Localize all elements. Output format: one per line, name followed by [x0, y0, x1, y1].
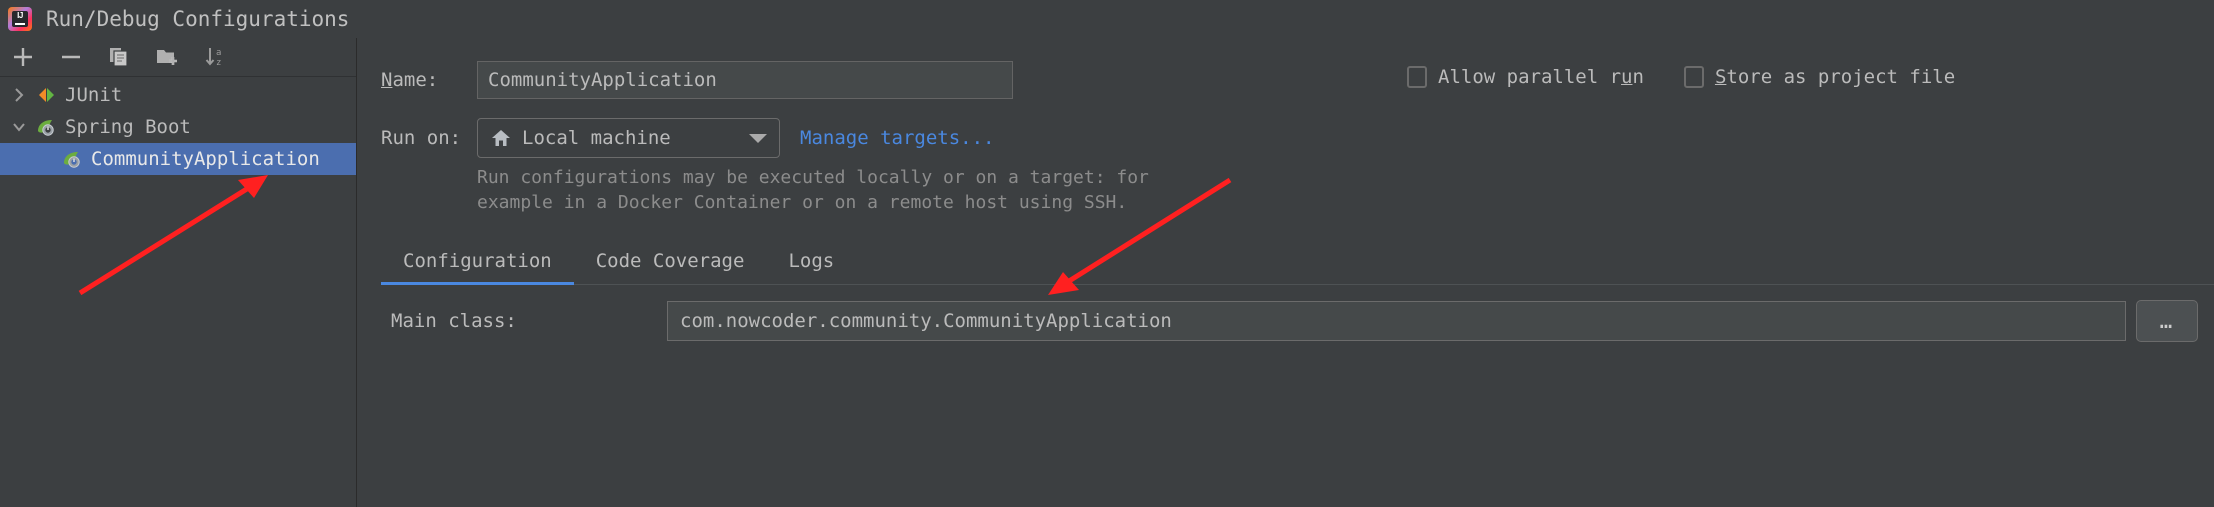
new-folder-button[interactable] [152, 42, 182, 72]
tree-item-label: CommunityApplication [91, 148, 320, 170]
svg-text:a: a [216, 48, 221, 58]
run-on-target-value: Local machine [522, 127, 671, 149]
tree-item-label: Spring Boot [65, 116, 191, 138]
browse-main-class-button[interactable]: … [2136, 300, 2198, 342]
hint-line-2: example in a Docker Container or on a re… [477, 192, 1128, 213]
name-label: Name: [381, 69, 439, 91]
chevron-down-icon[interactable] [749, 133, 767, 143]
checkbox-box-icon[interactable] [1407, 66, 1427, 88]
name-input[interactable]: CommunityApplication [477, 61, 1013, 99]
intellij-idea-icon: IJ [8, 7, 32, 31]
run-debug-configurations-dialog: IJ Run/Debug Configurations a z JUnit Sp… [0, 0, 2214, 507]
tree-item-label: JUnit [65, 84, 123, 106]
home-icon [490, 127, 512, 149]
tab-logs[interactable]: Logs [766, 250, 856, 284]
configurations-sidebar: a z JUnit Spring Boot CommunityApplicati… [0, 38, 357, 507]
title-bar: IJ Run/Debug Configurations [0, 0, 2214, 38]
main-class-value: com.nowcoder.community.CommunityApplicat… [680, 310, 1172, 332]
chevron-right-icon[interactable] [4, 86, 34, 104]
run-on-hint-text: Run configurations may be executed local… [477, 165, 1149, 215]
chevron-down-icon[interactable] [4, 118, 34, 136]
checkbox-box-icon[interactable] [1683, 66, 1704, 88]
tree-item-communityapplication[interactable]: CommunityApplication [0, 143, 356, 175]
tab-code-coverage[interactable]: Code Coverage [574, 250, 767, 284]
manage-targets-link[interactable]: Manage targets... [800, 127, 994, 149]
spring-boot-icon [34, 116, 60, 138]
main-class-label: Main class: [391, 310, 517, 332]
allow-parallel-run-checkbox[interactable]: Allow parallel run [1407, 66, 1644, 88]
sort-alphabetically-button[interactable]: a z [200, 42, 230, 72]
tree-item-spring-boot[interactable]: Spring Boot [0, 111, 356, 143]
copy-configuration-button[interactable] [104, 42, 134, 72]
tree-item-junit[interactable]: JUnit [0, 79, 356, 111]
page-title: Run/Debug Configurations [46, 7, 350, 31]
options-checkbox-row: Allow parallel run Store as project file [1407, 66, 1955, 88]
store-as-project-file-checkbox[interactable]: Store as project file [1683, 66, 1956, 88]
tab-configuration[interactable]: Configuration [381, 250, 574, 285]
run-on-label: Run on: [381, 127, 462, 149]
store-as-project-file-label: Store as project file [1714, 66, 1956, 88]
main-class-input[interactable]: com.nowcoder.community.CommunityApplicat… [667, 301, 2126, 341]
main-class-row: Main class: com.nowcoder.community.Commu… [381, 300, 2198, 342]
spring-boot-icon [60, 148, 86, 170]
svg-text:z: z [216, 58, 221, 68]
configuration-detail-panel: Name: CommunityApplication Allow paralle… [357, 38, 2214, 507]
configurations-tree[interactable]: JUnit Spring Boot CommunityApplication [0, 77, 356, 507]
hint-line-1: Run configurations may be executed local… [477, 167, 1149, 188]
app-icon-text: IJ [17, 11, 23, 20]
dialog-body: a z JUnit Spring Boot CommunityApplicati… [0, 38, 2214, 507]
name-input-value: CommunityApplication [488, 69, 717, 91]
add-configuration-button[interactable] [8, 42, 38, 72]
run-on-target-select[interactable]: Local machine [477, 118, 780, 158]
allow-parallel-run-label: Allow parallel run [1438, 66, 1644, 88]
configuration-tabs[interactable]: Configuration Code Coverage Logs [381, 238, 2214, 285]
sidebar-toolbar: a z [0, 38, 356, 77]
run-on-row: Run on: Local machine Manage targets... [381, 118, 994, 158]
remove-configuration-button[interactable] [56, 42, 86, 72]
junit-icon [34, 84, 60, 106]
